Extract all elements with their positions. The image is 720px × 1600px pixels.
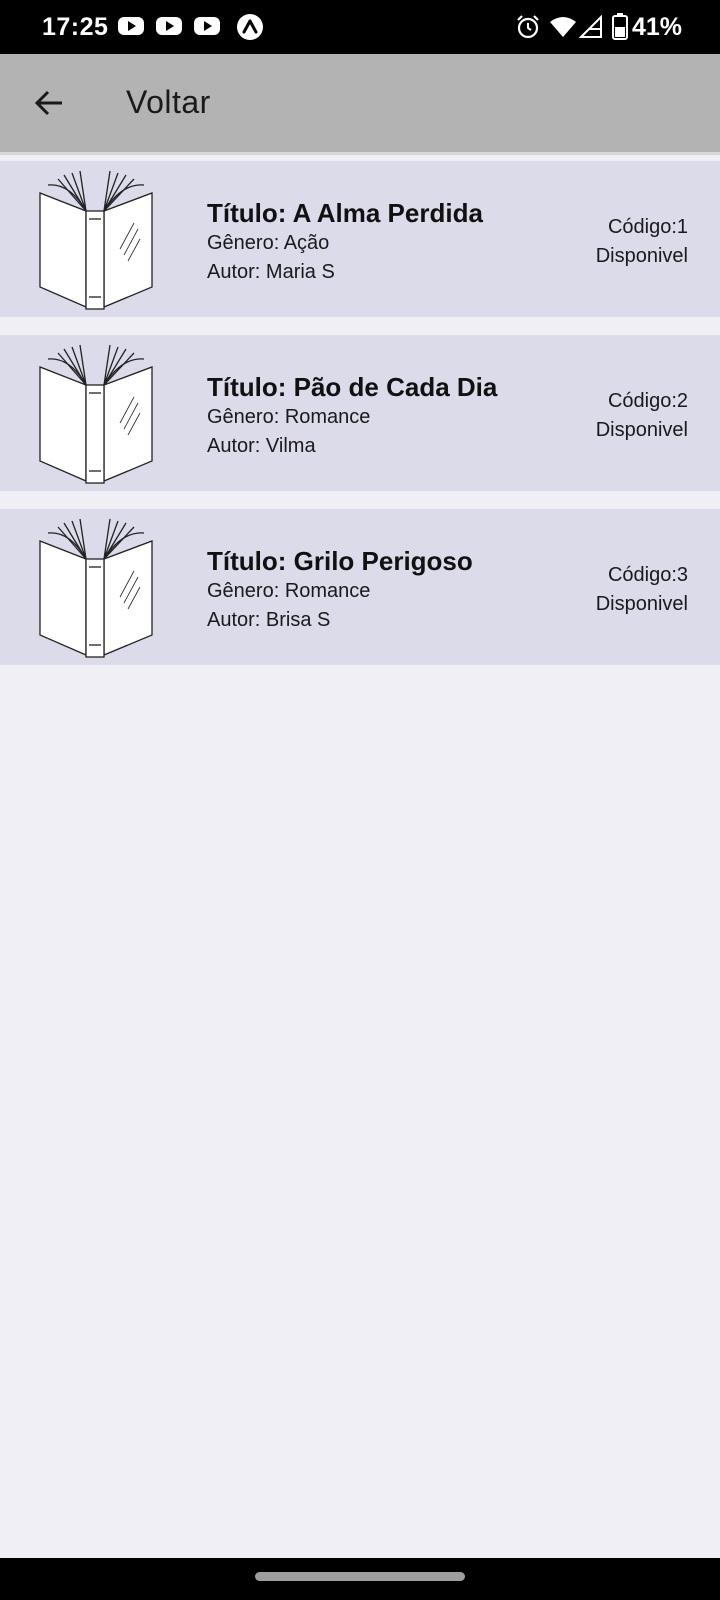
- book-list-item[interactable]: Título: Grilo Perigoso Gênero: Romance A…: [0, 509, 720, 665]
- youtube-icon: [194, 17, 220, 35]
- book-info: Título: Grilo Perigoso Gênero: Romance A…: [207, 545, 567, 635]
- status-time: 17:25: [42, 13, 109, 41]
- book-code: Código:3: [607, 564, 688, 586]
- app-header: Voltar: [0, 54, 720, 155]
- back-button[interactable]: [24, 78, 74, 128]
- book-meta: Código:1 Disponivel: [596, 213, 688, 271]
- book-genre: Gênero: Ação: [207, 232, 330, 254]
- book-list: Título: A Alma Perdida Gênero: Ação Auto…: [0, 161, 720, 683]
- book-info: Título: Pão de Cada Dia Gênero: Romance …: [207, 371, 567, 461]
- signal-icon: [579, 15, 602, 38]
- book-title: Título: Grilo Perigoso: [207, 546, 473, 576]
- arrow-left-icon: [34, 90, 62, 116]
- book-title: Título: A Alma Perdida: [207, 198, 483, 228]
- alarm-icon: [517, 15, 539, 39]
- battery-icon: [612, 13, 628, 40]
- book-author: Autor: Vilma: [207, 435, 316, 457]
- book-list-item[interactable]: Título: Pão de Cada Dia Gênero: Romance …: [0, 335, 720, 491]
- book-list-item[interactable]: Título: A Alma Perdida Gênero: Ação Auto…: [0, 161, 720, 317]
- home-gesture-handle[interactable]: [255, 1572, 465, 1581]
- book-meta: Código:3 Disponivel: [596, 561, 688, 619]
- status-bar: 17:25 41%: [0, 0, 720, 54]
- book-author: Autor: Brisa S: [207, 609, 331, 631]
- book-genre: Gênero: Romance: [207, 406, 371, 428]
- page-title: Voltar: [126, 84, 211, 120]
- book-meta: Código:2 Disponivel: [596, 387, 688, 445]
- book-author: Autor: Maria S: [207, 261, 335, 283]
- system-navigation-bar: [0, 1558, 720, 1600]
- book-code: Código:1: [607, 216, 688, 238]
- book-genre: Gênero: Romance: [207, 580, 371, 602]
- youtube-icon: [118, 17, 144, 35]
- open-book-icon: [39, 170, 153, 310]
- book-code: Código:2: [607, 390, 688, 412]
- open-book-icon: [39, 344, 153, 484]
- book-status: Disponivel: [595, 245, 688, 267]
- wifi-icon: [550, 17, 576, 37]
- book-title: Título: Pão de Cada Dia: [207, 372, 498, 402]
- youtube-icon: [156, 17, 182, 35]
- open-book-icon: [39, 518, 153, 658]
- book-status: Disponivel: [595, 419, 688, 441]
- book-info: Título: A Alma Perdida Gênero: Ação Auto…: [207, 197, 567, 287]
- battery-percentage: 41%: [632, 13, 683, 41]
- navigation-icon: [237, 14, 263, 40]
- book-status: Disponivel: [595, 593, 688, 615]
